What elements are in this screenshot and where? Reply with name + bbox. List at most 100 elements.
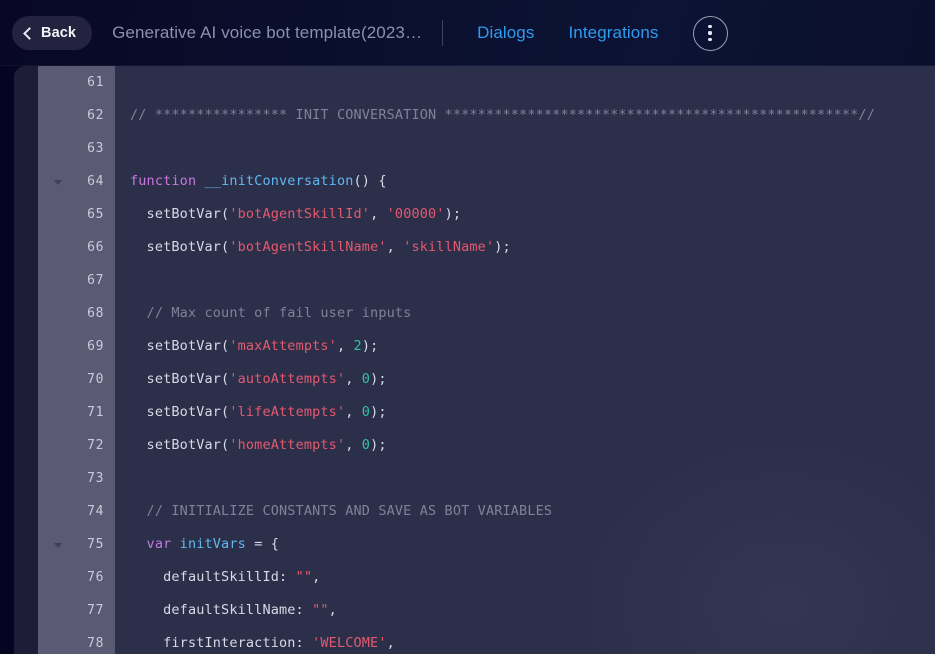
code-line[interactable]: function __initConversation() { — [115, 165, 935, 198]
line-number-label: 62 — [87, 108, 104, 123]
kebab-dot-1 — [708, 25, 712, 29]
code-line[interactable]: setBotVar('autoAttempts', 0); — [115, 363, 935, 396]
code-line[interactable]: firstInteraction: 'WELCOME', — [115, 627, 935, 654]
code-token-punct: , — [386, 635, 395, 651]
code-token-punct: ); — [361, 338, 379, 354]
line-number: 71 — [38, 396, 115, 429]
fold-arrow-icon[interactable] — [54, 543, 62, 548]
code-token-string: "" — [312, 602, 329, 618]
code-line[interactable] — [115, 66, 935, 99]
line-number: 72 — [38, 429, 115, 462]
code-line[interactable]: var initVars = { — [115, 528, 935, 561]
code-token-keyword: function — [130, 173, 197, 189]
line-number: 66 — [38, 231, 115, 264]
code-line[interactable]: setBotVar('botAgentSkillId', '00000'); — [115, 198, 935, 231]
code-token-number: 2 — [353, 338, 362, 354]
code-line[interactable]: // **************** INIT CONVERSATION **… — [115, 99, 935, 132]
code-line-list: // **************** INIT CONVERSATION **… — [115, 66, 935, 654]
line-number-label: 73 — [87, 471, 104, 486]
code-line[interactable] — [115, 264, 935, 297]
line-number: 62 — [38, 99, 115, 132]
code-token-comment: // **************** INIT CONVERSATION **… — [130, 107, 875, 123]
code-token-plain: setBotVar( — [130, 371, 230, 387]
line-number-label: 76 — [87, 570, 104, 585]
code-token-plain: defaultSkillName: — [130, 602, 313, 618]
code-token-number: 0 — [361, 371, 371, 387]
line-number-label: 71 — [87, 405, 104, 420]
code-token-keyword: var — [130, 536, 172, 552]
line-number: 74 — [38, 495, 115, 528]
line-number-label: 63 — [87, 141, 104, 156]
line-number: 75 — [38, 528, 115, 561]
code-token-string: 'autoAttempts' — [229, 371, 346, 387]
app-root: Back Generative AI voice bot template(20… — [0, 0, 935, 654]
chevron-left-icon — [23, 26, 36, 40]
line-number-label: 67 — [87, 273, 104, 288]
code-token-plain: defaultSkillId: — [130, 569, 296, 585]
code-token-plain: firstInteraction: — [130, 635, 313, 651]
tab-dialogs[interactable]: Dialogs — [477, 23, 534, 43]
code-line[interactable]: setBotVar('maxAttempts', 2); — [115, 330, 935, 363]
code-token-punct: , — [312, 569, 321, 585]
code-line[interactable] — [115, 132, 935, 165]
code-content-area[interactable]: // **************** INIT CONVERSATION **… — [115, 66, 935, 654]
line-number: 67 — [38, 264, 115, 297]
tab-integrations[interactable]: Integrations — [568, 23, 658, 43]
code-token-string: "" — [295, 569, 313, 585]
code-line[interactable]: defaultSkillId: "", — [115, 561, 935, 594]
code-token-punct: ); — [494, 239, 511, 255]
code-line[interactable] — [115, 462, 935, 495]
fold-arrow-icon[interactable] — [54, 180, 62, 185]
header-divider — [442, 20, 444, 46]
code-line[interactable]: setBotVar('homeAttempts', 0); — [115, 429, 935, 462]
code-token-plain: , — [345, 404, 362, 420]
line-number: 77 — [38, 594, 115, 627]
app-header: Back Generative AI voice bot template(20… — [0, 0, 935, 66]
code-token-punct: ); — [370, 404, 387, 420]
code-line[interactable]: setBotVar('lifeAttempts', 0); — [115, 396, 935, 429]
code-token-punct: ); — [444, 206, 462, 222]
line-number-label: 77 — [87, 603, 104, 618]
code-token-number: 0 — [361, 404, 371, 420]
kebab-dot-3 — [708, 37, 712, 41]
code-token-string: 'skillName' — [403, 239, 495, 255]
line-number-label: 65 — [87, 207, 104, 222]
code-token-string: 'homeAttempts' — [229, 437, 346, 453]
code-line[interactable]: // INITIALIZE CONSTANTS AND SAVE AS BOT … — [115, 495, 935, 528]
line-number-label: 74 — [87, 504, 104, 519]
code-token-comment: // INITIALIZE CONSTANTS AND SAVE AS BOT … — [130, 503, 553, 519]
line-number-label: 70 — [87, 372, 104, 387]
code-token-plain: , — [386, 239, 404, 255]
kebab-dot-2 — [708, 31, 712, 35]
code-token-plain: setBotVar( — [130, 239, 230, 255]
code-token-string: '00000' — [386, 206, 445, 222]
line-number: 61 — [38, 66, 115, 99]
line-number: 68 — [38, 297, 115, 330]
line-number-label: 61 — [87, 75, 104, 90]
back-button[interactable]: Back — [12, 16, 93, 50]
line-number-gutter: 61 62 63 64 65 66 67 68 69 70 71 72 73 74 75 76 77 78 — [38, 66, 115, 654]
code-token-punct: = { — [254, 536, 280, 552]
code-line[interactable]: // Max count of fail user inputs — [115, 297, 935, 330]
page-title: Generative AI voice bot template(2023… — [112, 23, 423, 42]
code-line[interactable]: defaultSkillName: "", — [115, 594, 935, 627]
code-token-func: initVars — [179, 536, 246, 552]
line-number-label: 78 — [87, 636, 104, 651]
code-token-plain: , — [345, 371, 362, 387]
code-token-punct: ); — [370, 437, 387, 453]
code-token-punct: () { — [353, 173, 387, 189]
more-options-icon[interactable] — [692, 15, 728, 51]
line-number-label: 69 — [87, 339, 104, 354]
line-number: 65 — [38, 198, 115, 231]
back-button-label: Back — [41, 24, 77, 41]
code-token-string: 'botAgentSkillId' — [229, 206, 371, 222]
line-number-list: 61 62 63 64 65 66 67 68 69 70 71 72 73 74 75 76 77 78 — [38, 66, 115, 654]
code-token-string: 'lifeAttempts' — [229, 404, 346, 420]
code-token-plain: setBotVar( — [130, 206, 230, 222]
code-editor-panel: 61 62 63 64 65 66 67 68 69 70 71 72 73 74 75 76 77 78 // … — [14, 66, 935, 654]
line-number-label: 75 — [87, 537, 104, 552]
code-line[interactable]: setBotVar('botAgentSkillName', 'skillNam… — [115, 231, 935, 264]
